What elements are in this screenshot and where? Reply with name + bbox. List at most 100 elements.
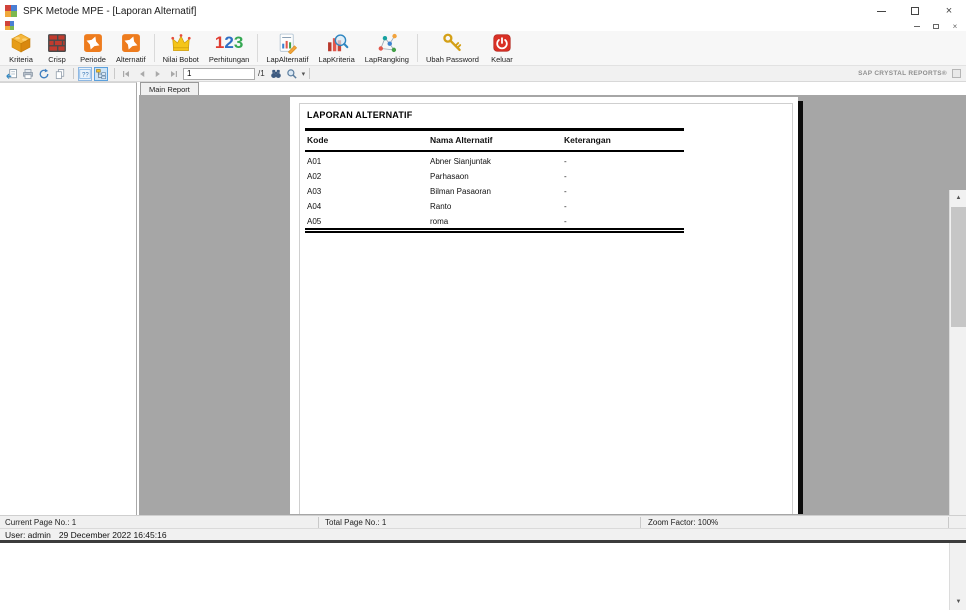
- toolbar-button-lap-rangking[interactable]: LapRangking: [360, 31, 414, 65]
- scroll-down-button[interactable]: ▼: [950, 594, 966, 610]
- column-header-kode: Kode: [307, 135, 329, 145]
- report-rule-header: [305, 150, 684, 152]
- vertical-scrollbar[interactable]: ▲ ▼: [949, 190, 966, 610]
- app-status-bar: User: admin 29 December 2022 16:45:16: [0, 528, 966, 540]
- toolbar-button-kriteria[interactable]: Kriteria: [3, 31, 39, 65]
- toolbar-separator: [309, 68, 311, 79]
- page-number-input[interactable]: [183, 67, 255, 80]
- toolbar-separator: [114, 68, 115, 79]
- status-divider: [318, 517, 319, 528]
- user-status: User: admin: [5, 529, 51, 540]
- toolbar-separator: [153, 34, 155, 62]
- copy-button[interactable]: [53, 67, 67, 81]
- toolbar-button-periode[interactable]: Periode: [75, 31, 111, 65]
- toolbar-button-alternatif[interactable]: Alternatif: [111, 31, 151, 65]
- toolbar-button-crisp[interactable]: Crisp: [39, 31, 75, 65]
- toggle-parameter-panel-button[interactable]: ? ?: [78, 66, 92, 81]
- page-total-label: /1: [258, 69, 265, 78]
- report-viewer-area[interactable]: LAPORAN ALTERNATIF Kode Nama Alternatif …: [139, 95, 966, 610]
- toolbar-button-lap-kriteria[interactable]: LapKriteria: [313, 31, 359, 65]
- tab-label: Main Report: [149, 84, 190, 94]
- next-page-icon: [155, 70, 160, 77]
- printer-icon: [23, 68, 33, 79]
- cell-kode: A02: [307, 172, 322, 181]
- main-toolbar: Kriteria Crisp Periode Alternatif Nilai …: [0, 31, 966, 66]
- parameter-panel-icon: ? ?: [79, 68, 91, 79]
- mdi-menu-strip: ×: [0, 21, 966, 31]
- crystal-reports-toolbar: ? ? /1: [0, 66, 966, 82]
- toggle-group-tree-button[interactable]: [94, 66, 108, 81]
- maximize-icon: [911, 7, 919, 15]
- scrollbar-thumb[interactable]: [951, 207, 966, 327]
- current-page-status: Current Page No.: 1: [5, 518, 77, 527]
- export-report-button[interactable]: [5, 67, 19, 81]
- title-bar: SPK Metode MPE - [Laporan Alternatif] ×: [0, 0, 966, 22]
- next-page-button[interactable]: [151, 67, 165, 81]
- copy-icon: [55, 68, 65, 79]
- mdi-child-icon[interactable]: [5, 21, 14, 30]
- network-scatter-icon: [378, 33, 397, 53]
- zoom-button[interactable]: [285, 67, 299, 81]
- mdi-restore-button[interactable]: [931, 22, 941, 30]
- window-controls: ×: [864, 0, 966, 22]
- mdi-close-icon: ×: [952, 21, 958, 31]
- report-page: LAPORAN ALTERNATIF Kode Nama Alternatif …: [290, 97, 798, 514]
- tab-main-report[interactable]: Main Report: [140, 82, 199, 95]
- report-rule-bottom: [305, 228, 684, 233]
- toolbar-button-perhitungan[interactable]: 123 Perhitungan: [204, 31, 254, 65]
- toolbar-separator: [73, 68, 74, 79]
- power-icon: [493, 34, 511, 52]
- status-divider: [948, 517, 949, 528]
- mdi-close-button[interactable]: ×: [950, 21, 960, 31]
- toolbar-button-ubah-password[interactable]: Ubah Password: [421, 31, 484, 65]
- numbers-123-icon: 123: [214, 33, 244, 52]
- bar-chart-magnifier-icon: [327, 34, 348, 52]
- datetime-status: 29 December 2022 16:45:16: [58, 529, 167, 540]
- cell-kode: A01: [307, 157, 322, 166]
- report-tab-row: Main Report: [139, 82, 966, 95]
- toolbar-button-nilai-bobot[interactable]: Nilai Bobot: [158, 31, 204, 65]
- cell-keterangan: -: [564, 217, 567, 226]
- cell-kode: A04: [307, 202, 322, 211]
- first-page-button[interactable]: [119, 67, 133, 81]
- brand-logo-icon: [952, 69, 961, 78]
- toolbar-label: Periode: [80, 55, 106, 64]
- mdi-restore-icon: [933, 23, 939, 29]
- column-header-keterangan: Keterangan: [564, 135, 611, 145]
- brick-wall-icon: [48, 34, 66, 52]
- toolbar-button-lap-alternatif[interactable]: LapAlternatif: [261, 31, 313, 65]
- toolbar-label: LapRangking: [364, 55, 409, 64]
- report-rule-top: [305, 128, 684, 131]
- gold-keys-icon: [443, 33, 462, 52]
- refresh-button[interactable]: [37, 67, 51, 81]
- toolbar-label: Nilai Bobot: [162, 55, 199, 64]
- find-text-button[interactable]: [269, 67, 283, 81]
- print-report-button[interactable]: [21, 67, 35, 81]
- toolbar-label: Keluar: [491, 55, 513, 64]
- refresh-icon: [39, 68, 49, 78]
- total-page-status: Total Page No.: 1: [325, 518, 387, 527]
- toolbar-button-keluar[interactable]: Keluar: [484, 31, 520, 65]
- brand-label: SAP CRYSTAL REPORTS®: [858, 70, 947, 77]
- close-button[interactable]: ×: [932, 0, 966, 22]
- zoom-dropdown-caret-icon[interactable]: ▾: [302, 70, 306, 78]
- maximize-button[interactable]: [898, 0, 932, 22]
- previous-page-icon: [140, 70, 145, 77]
- toolbar-label: LapKriteria: [318, 55, 355, 64]
- orange-star-icon: [121, 34, 140, 52]
- previous-page-button[interactable]: [135, 67, 149, 81]
- group-tree-panel[interactable]: [0, 82, 137, 515]
- zoom-factor-status: Zoom Factor: 100%: [648, 518, 719, 527]
- app-icon: [5, 5, 17, 17]
- mdi-minimize-button[interactable]: [912, 22, 922, 30]
- toolbar-separator: [257, 34, 259, 62]
- column-header-nama: Nama Alternatif: [430, 135, 493, 145]
- last-page-button[interactable]: [167, 67, 181, 81]
- minimize-button[interactable]: [864, 0, 898, 22]
- toolbar-label: Ubah Password: [425, 55, 479, 64]
- scroll-up-button[interactable]: ▲: [950, 190, 966, 206]
- export-icon: [6, 68, 17, 79]
- cell-keterangan: -: [564, 157, 567, 166]
- window-title: SPK Metode MPE - [Laporan Alternatif]: [23, 5, 197, 17]
- orange-star-icon: [84, 34, 102, 52]
